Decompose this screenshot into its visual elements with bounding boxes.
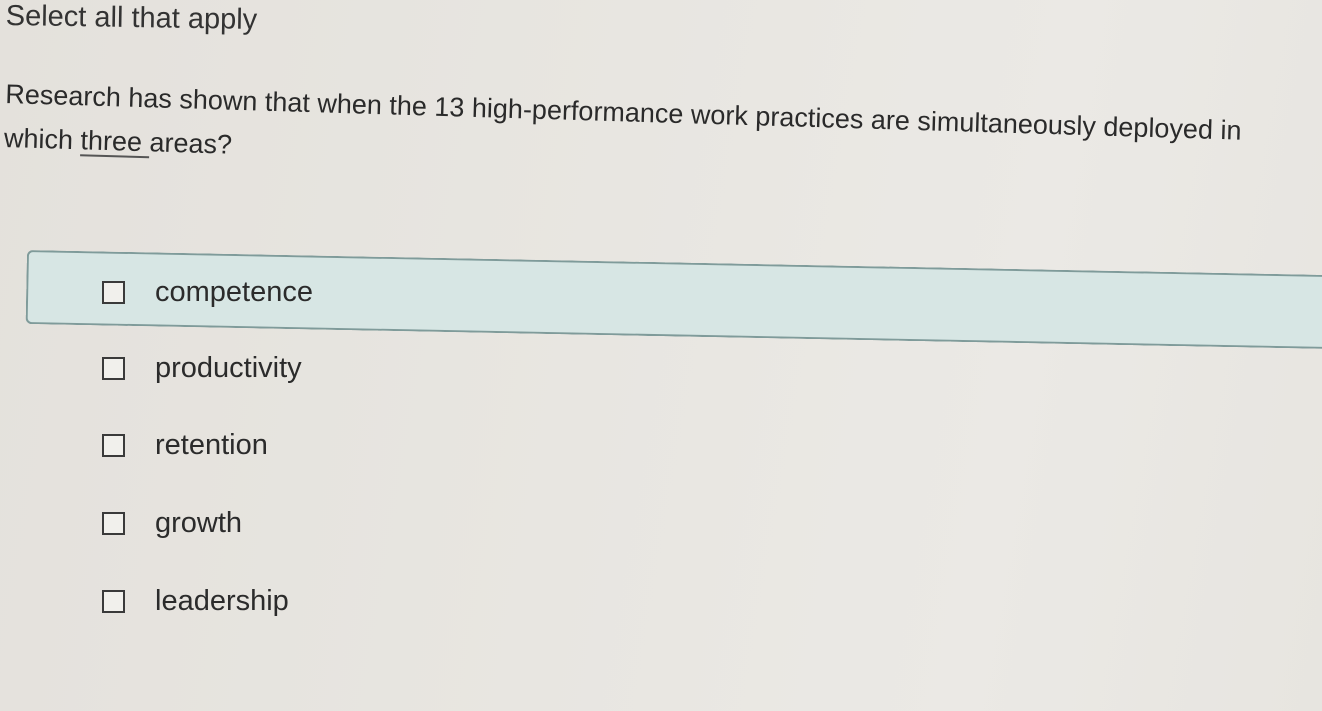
option-label: retention [155, 429, 268, 461]
answer-options: competence productivity retention growth… [0, 0, 1322, 711]
option-retention[interactable]: retention [102, 429, 268, 462]
option-growth[interactable]: growth [102, 507, 242, 540]
checkbox-icon[interactable] [102, 590, 125, 613]
checkbox-icon[interactable] [102, 281, 125, 304]
option-leadership[interactable]: leadership [102, 585, 289, 618]
option-label: productivity [155, 352, 302, 384]
checkbox-icon[interactable] [102, 434, 125, 457]
option-label: competence [155, 276, 313, 308]
option-label: leadership [155, 585, 289, 617]
option-competence[interactable]: competence [102, 276, 313, 309]
checkbox-icon[interactable] [102, 512, 125, 535]
option-productivity[interactable]: productivity [102, 352, 302, 385]
option-label: growth [155, 507, 243, 539]
checkbox-icon[interactable] [102, 357, 125, 380]
